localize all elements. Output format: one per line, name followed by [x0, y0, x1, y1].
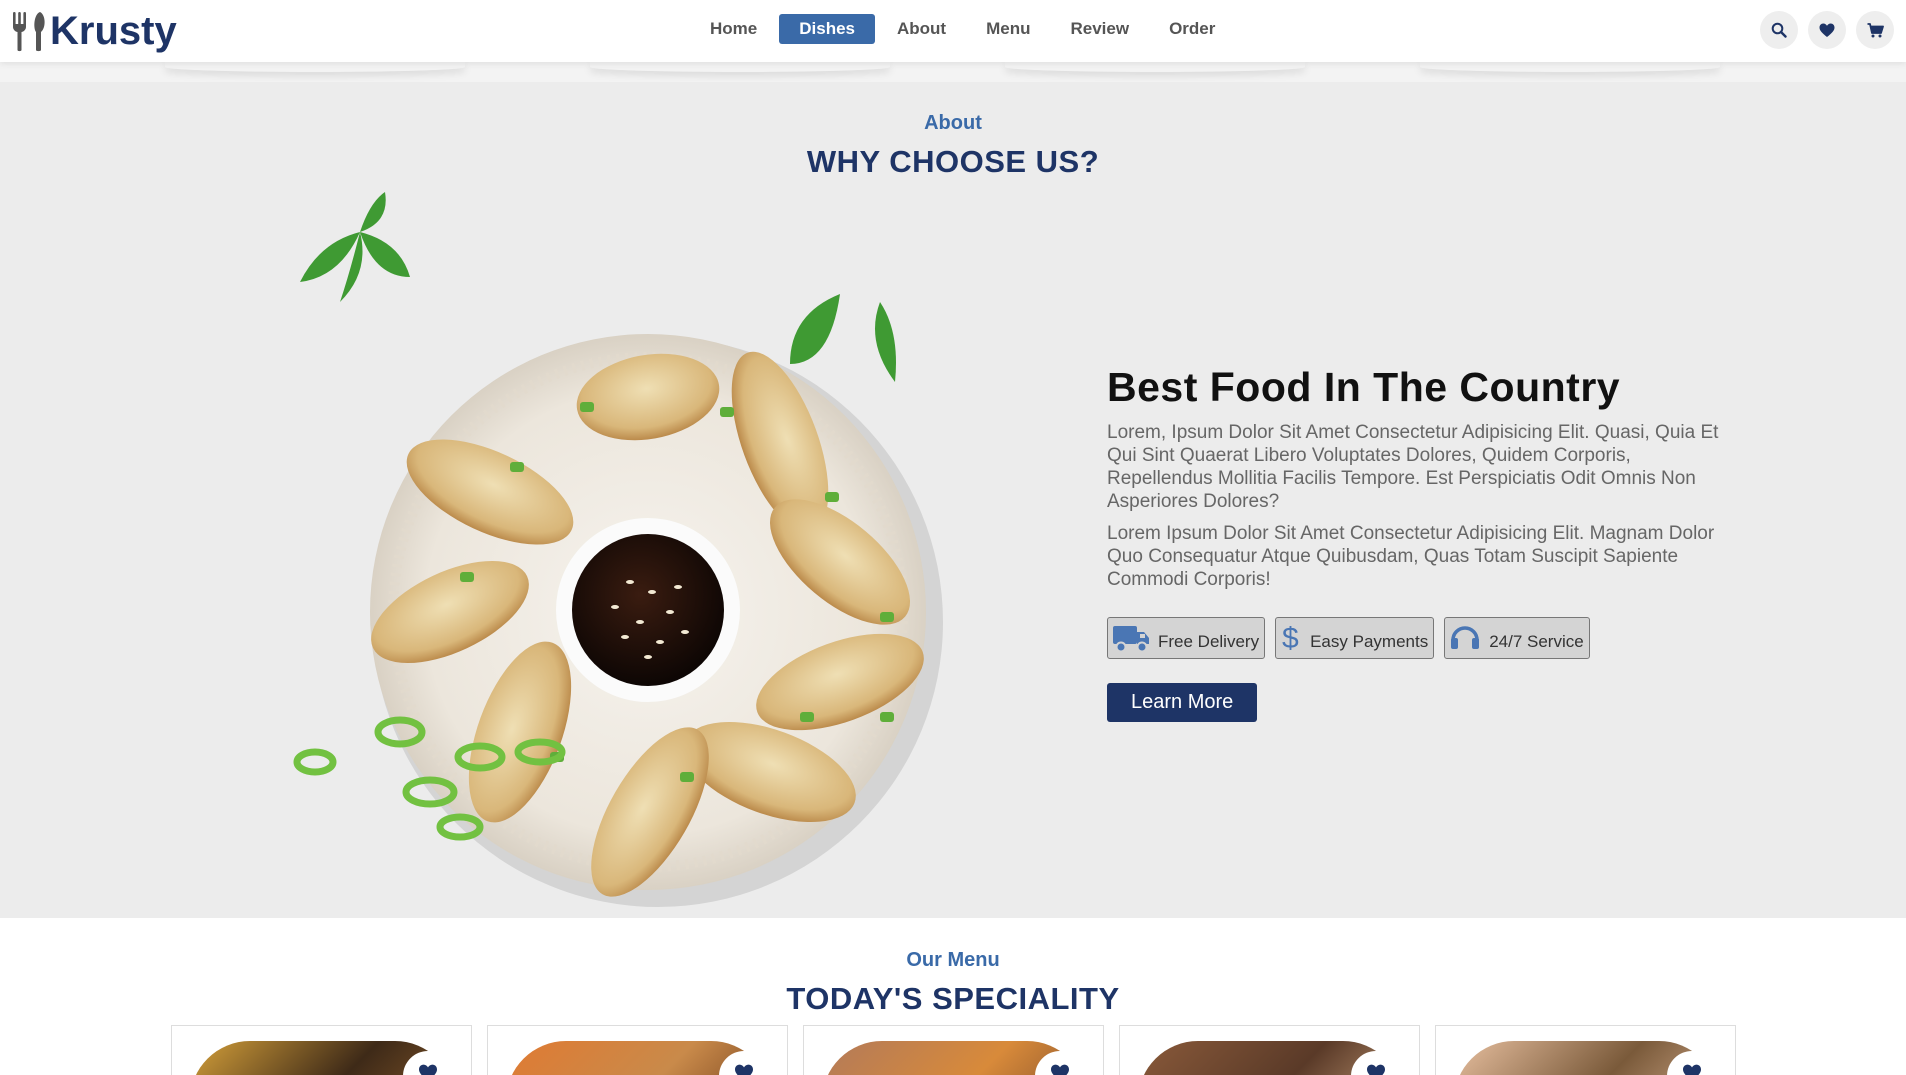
menu-heading: TODAY'S SPECIALITY: [786, 981, 1120, 1016]
header-icons: [1760, 11, 1894, 49]
about-heading: WHY CHOOSE US?: [806, 144, 1100, 179]
menu-card[interactable]: [1435, 1025, 1736, 1075]
feature-list: Free Delivery $ Easy Payments 24/7 Servi…: [1107, 617, 1737, 659]
nav-order[interactable]: Order: [1149, 14, 1235, 44]
about-paragraph-1: Lorem, Ipsum Dolor Sit Amet Consectetur …: [1107, 422, 1719, 512]
menu-section: Our Menu TODAY'S SPECIALITY: [0, 918, 1906, 1075]
dumplings-plate-image: [293, 192, 943, 907]
svg-text:$: $: [1282, 622, 1299, 654]
nav-about[interactable]: About: [877, 14, 966, 44]
menu-card[interactable]: [803, 1025, 1104, 1075]
menu-card[interactable]: [487, 1025, 788, 1075]
feature-label: Easy Payments: [1310, 632, 1429, 651]
feature-label: 24/7 Service: [1489, 632, 1584, 651]
about-title: Best Food In The Country: [1107, 364, 1621, 410]
feature-24-7-service: 24/7 Service: [1444, 617, 1590, 659]
learn-more-button[interactable]: Learn More: [1107, 683, 1258, 722]
nav-home[interactable]: Home: [690, 14, 777, 44]
cart-button[interactable]: [1856, 11, 1894, 49]
nav-dishes[interactable]: Dishes: [779, 14, 875, 44]
menu-sub-heading: Our Menu: [906, 949, 1000, 971]
feature-easy-payments: $ Easy Payments: [1275, 617, 1435, 659]
cart-icon: [1867, 22, 1884, 37]
truck-icon: [1113, 626, 1149, 653]
brand-logo[interactable]: Krusty: [10, 6, 177, 56]
menu-card[interactable]: [1119, 1025, 1420, 1075]
dollar-icon: $: [1282, 622, 1299, 654]
heart-icon: [1683, 1064, 1701, 1075]
about-content: Best Food In The Country Lorem, Ipsum Do…: [1107, 364, 1737, 722]
wishlist-button[interactable]: [1808, 11, 1846, 49]
heart-icon: [1819, 23, 1835, 37]
about-sub-heading: About: [924, 112, 982, 134]
nav-menu[interactable]: Menu: [966, 14, 1050, 44]
search-icon: [1771, 22, 1787, 38]
about-paragraph-2: Lorem Ipsum Dolor Sit Amet Consectetur A…: [1107, 523, 1715, 590]
about-section: About WHY CHOOSE US? Best Food In The Co…: [0, 82, 1906, 918]
menu-card[interactable]: [171, 1025, 472, 1075]
brand-name: Krusty: [50, 8, 177, 53]
nav-review[interactable]: Review: [1050, 14, 1149, 44]
previous-section-edge: [0, 62, 1906, 82]
heart-icon: [419, 1064, 437, 1075]
site-header: Krusty Home Dishes About Menu Review Ord…: [0, 0, 1906, 62]
main-nav: Home Dishes About Menu Review Order: [690, 14, 1235, 44]
heart-icon: [1051, 1064, 1069, 1075]
utensils-icon: [13, 12, 45, 52]
heart-icon: [735, 1064, 753, 1075]
feature-free-delivery: Free Delivery: [1107, 617, 1266, 659]
search-button[interactable]: [1760, 11, 1798, 49]
heart-icon: [1367, 1064, 1385, 1075]
menu-cards: [171, 1025, 1736, 1075]
headset-icon: [1451, 626, 1480, 649]
feature-label: Free Delivery: [1158, 632, 1260, 651]
